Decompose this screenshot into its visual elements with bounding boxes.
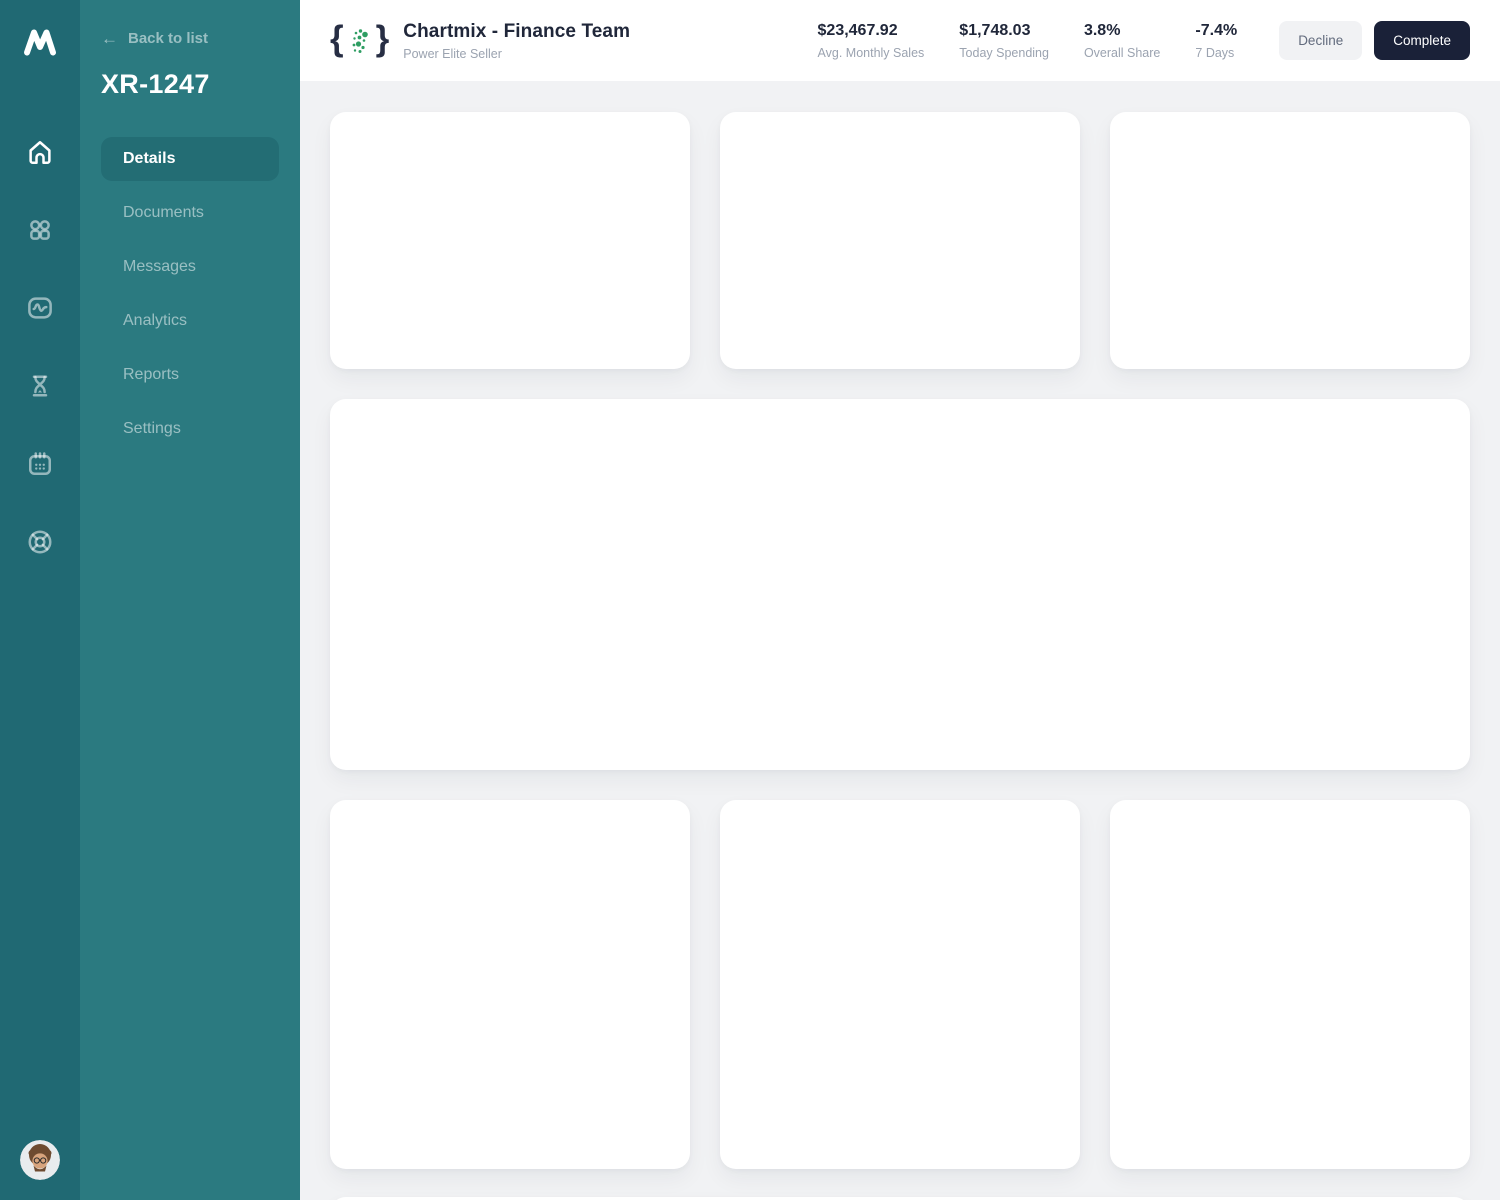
stat-today-spending: $1,748.03 Today Spending: [959, 22, 1049, 60]
summary-card: [1110, 112, 1470, 369]
hourglass-icon[interactable]: [20, 366, 60, 406]
summary-card: [720, 112, 1080, 369]
sidebar-item-settings[interactable]: Settings: [101, 407, 279, 451]
detail-card: [330, 800, 690, 1169]
stat-value: $23,467.92: [817, 21, 898, 39]
back-arrow-icon: ←: [101, 29, 118, 48]
page-subtitle: Power Elite Seller: [403, 46, 502, 61]
stat-avg-monthly-sales: $23,467.92 Avg. Monthly Sales: [818, 22, 925, 60]
stat-overall-share: 3.8% Overall Share: [1084, 22, 1160, 60]
stat-value: $1,748.03: [959, 21, 1031, 39]
title-block: Chartmix - Finance Team Power Elite Sell…: [403, 21, 630, 61]
sidebar: ← Back to list XR-1247 Details Documents…: [80, 0, 300, 1200]
sidebar-item-details[interactable]: Details: [101, 137, 279, 181]
stat-label: Avg. Monthly Sales: [817, 45, 925, 60]
app-logo: [20, 22, 60, 62]
decline-button[interactable]: Decline: [1279, 21, 1363, 60]
card-row-bottom: [330, 800, 1470, 1169]
brace-left: {: [330, 19, 344, 58]
header-stats: $23,467.92 Avg. Monthly Sales $1,748.03 …: [818, 22, 1238, 60]
stat-label: 7 Days: [1195, 45, 1235, 60]
stat-value: 3.8%: [1083, 21, 1121, 39]
wide-card: [330, 399, 1470, 770]
sidebar-item-label: Details: [123, 150, 176, 167]
card-row-top: [330, 112, 1470, 369]
sidebar-item-reports[interactable]: Reports: [101, 353, 279, 397]
home-icon[interactable]: [20, 132, 60, 172]
page-title: Chartmix - Finance Team: [403, 20, 631, 42]
lifebuoy-icon[interactable]: [20, 522, 60, 562]
sidebar-item-messages[interactable]: Messages: [101, 245, 279, 289]
content-area: [300, 81, 1500, 1200]
header-actions: Decline Complete: [1279, 21, 1470, 60]
icon-rail: [0, 0, 80, 1200]
team-logo: { }: [330, 19, 390, 58]
summary-card: [330, 112, 690, 369]
back-to-list-label: Back to list: [128, 30, 209, 47]
detail-card: [720, 800, 1080, 1169]
page-header: { } Chartmix - Finance Team Power Elite …: [300, 0, 1500, 81]
apps-icon[interactable]: [20, 210, 60, 250]
complete-button[interactable]: Complete: [1374, 21, 1470, 60]
sidebar-item-documents[interactable]: Documents: [101, 191, 279, 235]
calendar-icon[interactable]: [20, 444, 60, 484]
activity-icon[interactable]: [20, 288, 60, 328]
stat-value: -7.4%: [1195, 21, 1238, 39]
sidebar-item-analytics[interactable]: Analytics: [101, 299, 279, 343]
stat-7-days: -7.4% 7 Days: [1195, 22, 1237, 60]
stat-label: Overall Share: [1083, 45, 1161, 60]
brace-right: }: [375, 19, 390, 58]
sidebar-item-label: Reports: [123, 366, 180, 383]
sidebar-item-label: Documents: [123, 204, 204, 221]
sidebar-item-label: Settings: [123, 420, 181, 437]
detail-card: [1110, 800, 1470, 1169]
user-avatar[interactable]: [20, 1140, 60, 1180]
main-area: { } Chartmix - Finance Team Power Elite …: [300, 0, 1500, 1200]
back-to-list-link[interactable]: ← Back to list: [101, 30, 279, 47]
stat-label: Today Spending: [959, 45, 1049, 60]
record-id-title: XR-1247: [101, 69, 210, 99]
rail-nav: [20, 132, 60, 562]
sidebar-nav: Details Documents Messages Analytics Rep…: [101, 137, 279, 451]
logo-dots-icon: [352, 28, 368, 53]
sidebar-item-label: Messages: [123, 258, 196, 275]
sidebar-item-label: Analytics: [123, 312, 188, 329]
